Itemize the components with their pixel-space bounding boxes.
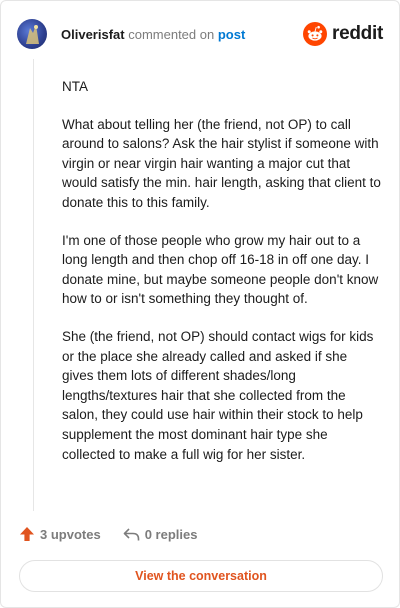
comment-paragraph: I'm one of those people who grow my hair… <box>62 232 379 307</box>
comment-header: Oliverisfat commented on post reddit <box>17 19 383 49</box>
thread-line <box>33 59 34 511</box>
comment-paragraph: She (the friend, not OP) should contact … <box>62 328 374 462</box>
comment-paragraph: NTA <box>62 79 88 94</box>
reddit-snoo-icon <box>303 22 328 46</box>
brand-wordmark: reddit <box>332 23 383 44</box>
comment-body: NTA What about telling her (the friend, … <box>62 77 382 482</box>
reddit-logo[interactable]: reddit <box>303 22 383 46</box>
reply-count: 0 replies <box>144 526 198 542</box>
upvote-button[interactable]: 3 upvotes <box>19 526 101 542</box>
byline: Oliverisfat commented on post <box>61 27 245 42</box>
comment-card: Oliverisfat commented on post reddit NTA… <box>0 0 400 608</box>
reply-arrow-icon <box>123 527 139 540</box>
byline-action: commented on <box>128 26 215 42</box>
upvote-count: 3 upvotes <box>40 526 101 542</box>
avatar-art-icon <box>26 25 39 44</box>
avatar[interactable] <box>17 19 47 49</box>
comment-actions: 3 upvotes 0 replies <box>19 526 197 542</box>
username-link[interactable]: Oliverisfat <box>61 27 125 42</box>
post-link[interactable]: post <box>218 27 245 42</box>
comment-paragraph: What about telling her (the friend, not … <box>62 116 381 210</box>
upvote-arrow-icon <box>20 527 34 541</box>
view-conversation-button[interactable]: View the conversation <box>19 560 383 592</box>
reply-button[interactable]: 0 replies <box>123 526 198 542</box>
